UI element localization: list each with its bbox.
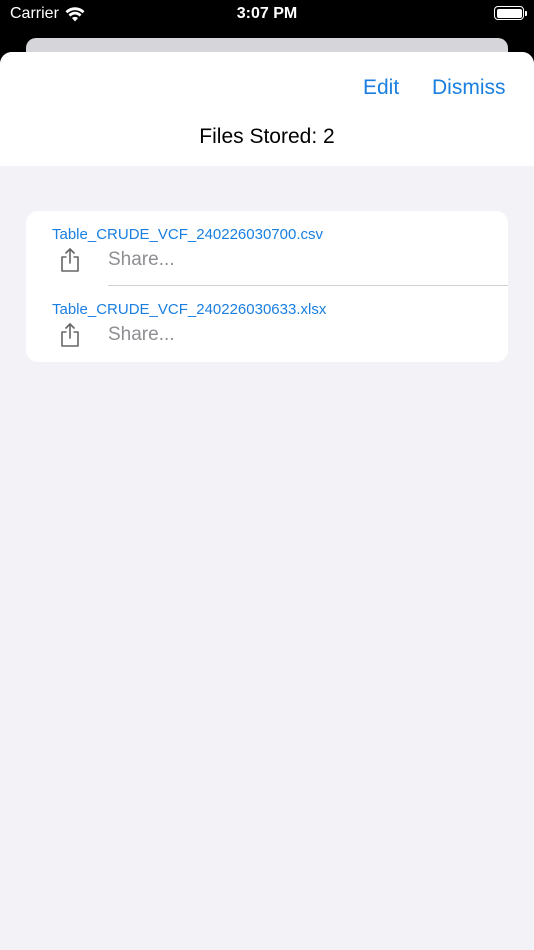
status-bar: Carrier 3:07 PM: [0, 0, 534, 30]
dismiss-button[interactable]: Dismiss: [432, 76, 506, 100]
page-title: Files Stored: 2: [199, 125, 335, 148]
battery-tip: [525, 10, 527, 16]
list-item: Table_CRUDE_VCF_240226030633.xlsx Share.…: [26, 286, 508, 361]
navigation-bar: Edit Dismiss Files Stored: 2: [0, 52, 534, 166]
share-icon[interactable]: [59, 323, 81, 347]
share-button[interactable]: Share...: [108, 324, 175, 346]
edit-button[interactable]: Edit: [363, 76, 399, 100]
status-time: 3:07 PM: [236, 5, 298, 22]
files-list: Table_CRUDE_VCF_240226030700.csv Share..…: [26, 211, 508, 362]
battery-fill: [496, 8, 522, 18]
file-name-link[interactable]: Table_CRUDE_VCF_240226030633.xlsx: [52, 301, 326, 318]
share-button[interactable]: Share...: [108, 249, 175, 271]
share-icon[interactable]: [59, 248, 81, 272]
file-name-link[interactable]: Table_CRUDE_VCF_240226030700.csv: [52, 226, 323, 243]
files-sheet: Edit Dismiss Files Stored: 2 Table_CRUDE…: [0, 52, 534, 950]
list-item: Table_CRUDE_VCF_240226030700.csv Share..…: [26, 211, 508, 286]
battery-icon: [494, 6, 527, 20]
